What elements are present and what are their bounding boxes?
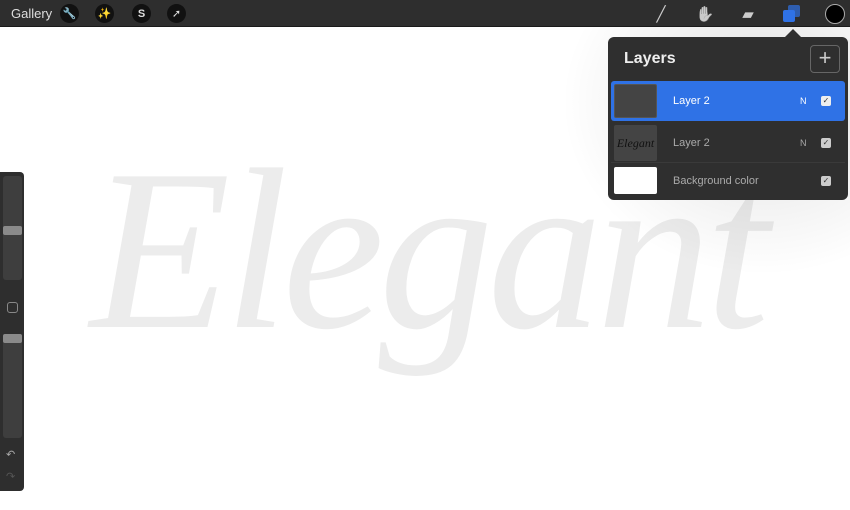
layer-thumbnail: Elegant [614, 125, 657, 161]
visibility-checkbox[interactable]: ✓ [821, 176, 831, 186]
color-picker-button[interactable] [825, 4, 845, 24]
layer-row[interactable]: Elegant Layer 2 N ✓ [611, 123, 845, 163]
brush-size-slider[interactable] [3, 176, 22, 280]
layer-name: Background color [673, 175, 759, 187]
top-toolbar: Gallery 🔧 ✨ S ➚ ╱ ✋ ▰ [0, 0, 850, 27]
brush-icon[interactable]: ╱ [651, 4, 671, 24]
slider-handle[interactable] [3, 226, 22, 235]
wrench-icon[interactable]: 🔧 [60, 4, 79, 23]
add-layer-button[interactable]: + [810, 45, 840, 73]
layers-icon[interactable] [783, 5, 800, 22]
smudge-icon[interactable]: ✋ [695, 4, 715, 24]
layer-thumbnail [614, 167, 657, 194]
layer-thumbnail [614, 84, 657, 118]
layer-name: Layer 2 [673, 95, 710, 107]
layer-name: Layer 2 [673, 136, 710, 149]
panel-title: Layers [624, 50, 676, 67]
undo-icon[interactable]: ↶ [6, 448, 15, 461]
blend-mode-button[interactable]: N [800, 138, 807, 148]
selection-icon[interactable]: S [132, 4, 151, 23]
redo-icon[interactable]: ↷ [6, 470, 15, 483]
modify-button[interactable] [7, 302, 18, 313]
left-sidebar: ↶ ↷ [0, 172, 24, 491]
eraser-icon[interactable]: ▰ [738, 4, 758, 24]
visibility-checkbox[interactable]: ✓ [821, 96, 831, 106]
opacity-slider[interactable] [3, 334, 22, 438]
visibility-checkbox[interactable]: ✓ [821, 137, 831, 148]
layer-row[interactable]: Layer 2 N ✓ [611, 81, 845, 121]
slider-handle[interactable] [3, 334, 22, 343]
magic-wand-icon[interactable]: ✨ [95, 4, 114, 23]
blend-mode-button[interactable]: N [800, 96, 807, 106]
gallery-button[interactable]: Gallery [11, 6, 52, 21]
transform-arrow-icon[interactable]: ➚ [167, 4, 186, 23]
layers-panel: Layers + Layer 2 N ✓ Elegant Layer 2 N ✓… [608, 37, 848, 200]
popover-arrow [785, 29, 801, 37]
layer-row[interactable]: Background color ✓ [611, 164, 845, 198]
